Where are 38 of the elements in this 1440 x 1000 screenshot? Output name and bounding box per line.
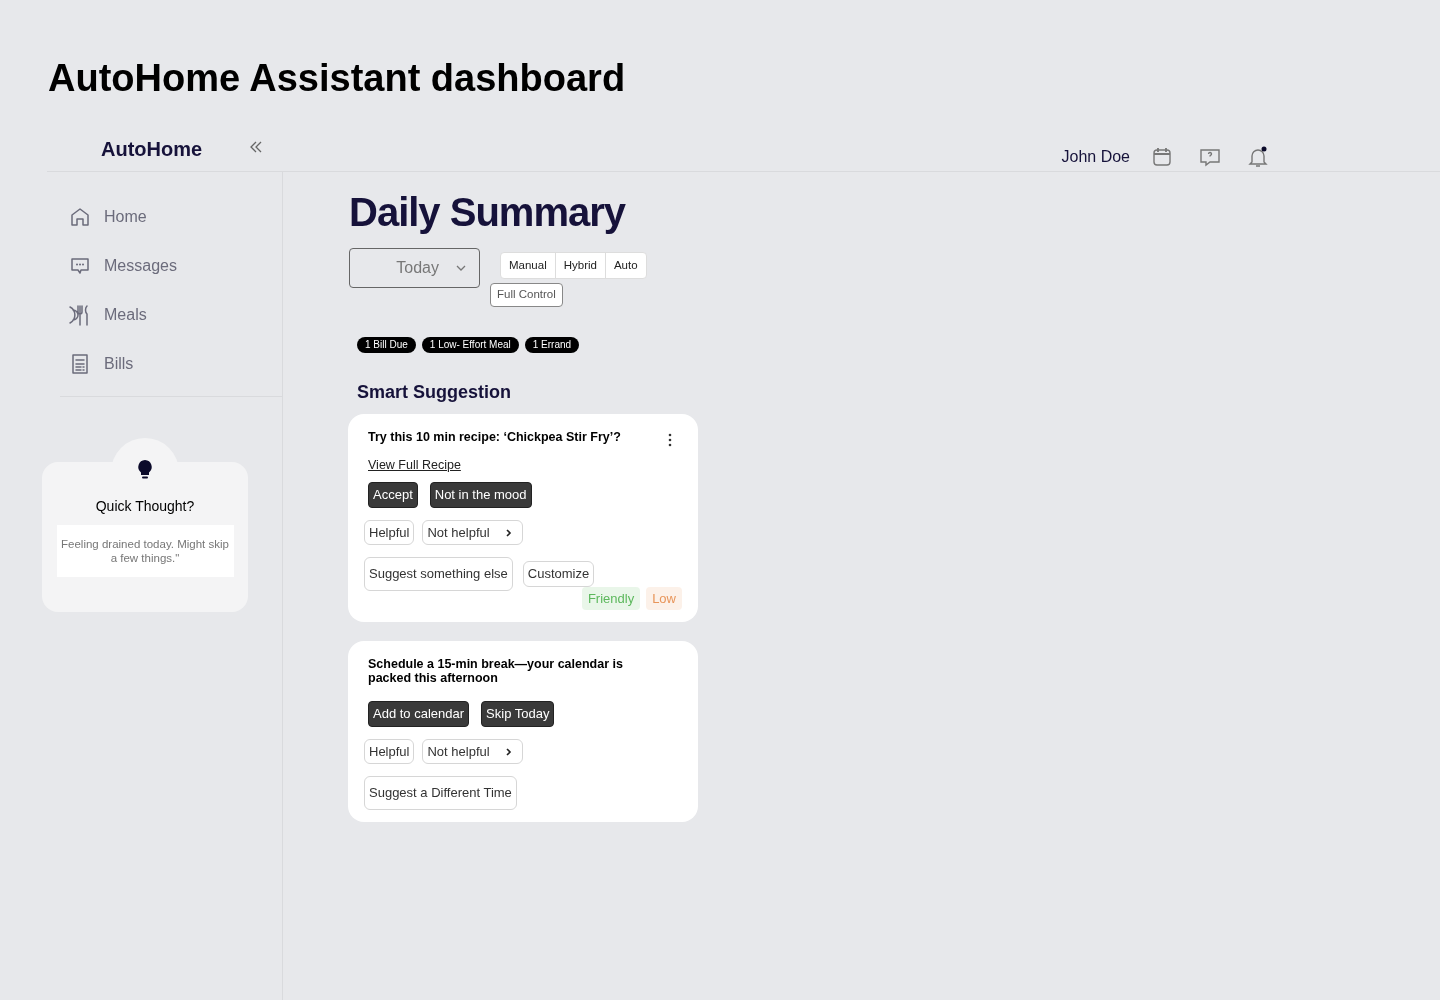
action-button[interactable]: Add to calendar [368, 701, 470, 727]
tone-tag: Low [646, 586, 682, 611]
not-helpful-button[interactable]: Not helpful [422, 519, 523, 546]
nav-item[interactable]: Bills [68, 339, 282, 388]
suggestion-button[interactable]: Customize [522, 561, 595, 587]
mode-tab[interactable]: Hybrid [554, 253, 605, 279]
brand-name: AutoHome [101, 136, 203, 162]
nav-item[interactable]: Home [68, 192, 282, 241]
helpful-button[interactable]: Helpful [364, 738, 415, 765]
nav-item[interactable]: Meals [68, 290, 282, 339]
helpful-button[interactable]: Helpful [364, 519, 415, 546]
not-helpful-button[interactable]: Not helpful [422, 738, 523, 765]
user-name: John Doe [1061, 146, 1130, 167]
action-button[interactable]: Skip Today [481, 701, 555, 727]
quick-thought-title: Quick Thought? [95, 497, 195, 516]
lightbulb-icon [137, 458, 153, 482]
suggestion-button[interactable]: Suggest a Different Time [364, 776, 517, 810]
more-options-icon[interactable] [666, 431, 674, 448]
mode-tab[interactable]: Auto [604, 253, 646, 279]
view-recipe-link[interactable]: View Full Recipe [368, 455, 461, 475]
nav-item[interactable]: Messages [68, 241, 282, 290]
quick-thought-text: Feeling drained today. Might skip a few things." [56, 525, 234, 577]
tone-tag: Friendly [581, 586, 641, 611]
period-dropdown[interactable]: Today [349, 248, 480, 288]
page-title: AutoHome Assistant dashboard [48, 56, 627, 100]
suggestion-button[interactable]: Suggest something else [364, 557, 513, 591]
suggestion-title: Try this 10 min recipe: ‘Chickpea Stir Fry’? [368, 429, 622, 444]
action-button[interactable]: Accept [368, 482, 418, 508]
subsection-heading: Smart Suggestion [357, 380, 513, 404]
summary-chip: 1 Bill Due [357, 336, 416, 353]
section-heading: Daily Summary [349, 189, 627, 236]
full-control-button[interactable]: Full Control [490, 283, 563, 307]
bell-icon[interactable] [1246, 144, 1270, 169]
summary-chip: 1 Errand [524, 336, 580, 353]
summary-chip: 1 Low- Effort Meal [421, 336, 519, 353]
mode-tab[interactable]: Manual [501, 253, 555, 279]
action-button[interactable]: Not in the mood [429, 482, 532, 508]
suggestion-title: Schedule a 15-min break—your calendar is packed this afternoon [368, 657, 624, 686]
